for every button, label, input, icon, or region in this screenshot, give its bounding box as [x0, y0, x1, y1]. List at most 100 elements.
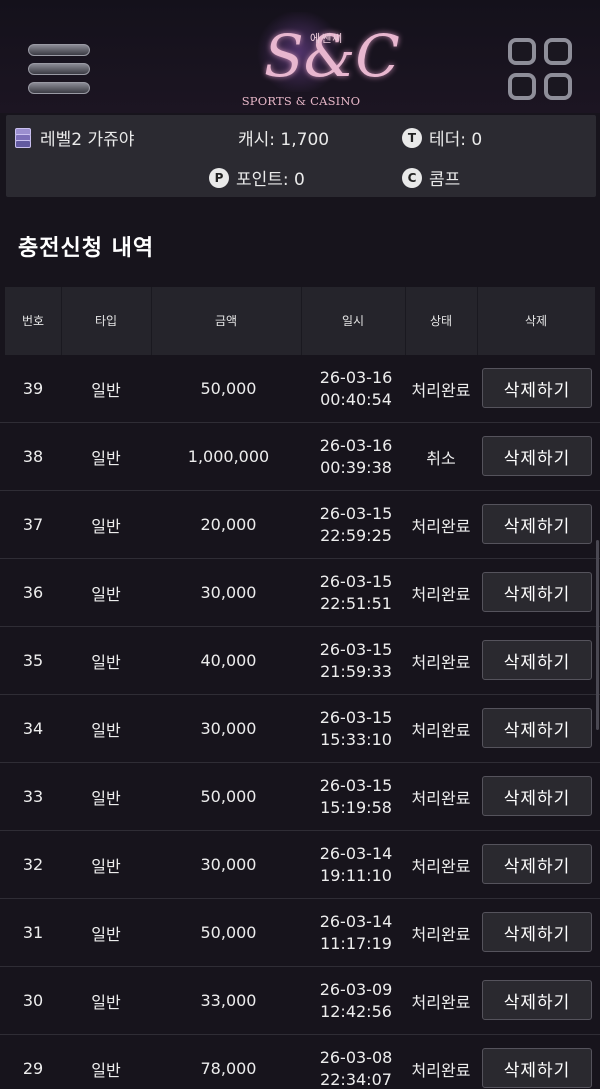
- row-datetime: 26-03-15 21:59:33: [301, 627, 411, 694]
- row-time: 22:34:07: [320, 1069, 392, 1089]
- user-status-bar: 레벨2 가쥬야 캐시: 1,700 T 테더: 0 P 포인트: 0 C 콤프: [6, 115, 596, 197]
- row-time: 11:17:19: [320, 933, 392, 953]
- hamburger-menu-icon[interactable]: [28, 42, 92, 98]
- level-stack-icon: [14, 127, 32, 148]
- table-row: 35 일반 40,000 26-03-15 21:59:33 처리완료 삭제하기: [0, 627, 600, 695]
- row-date: 26-03-09: [319, 979, 393, 999]
- row-amount: 33,000: [200, 991, 257, 1010]
- row-status: 처리완료: [411, 516, 471, 536]
- column-header-number: 번호: [21, 314, 45, 328]
- grid-menu-icon[interactable]: [508, 38, 574, 102]
- row-status: 처리완료: [411, 380, 471, 400]
- row-date: 26-03-15: [319, 639, 393, 659]
- row-status: 처리완료: [411, 924, 471, 944]
- column-header-delete: 삭제: [524, 314, 548, 328]
- row-datetime: 26-03-15 15:33:10: [301, 695, 411, 762]
- row-time: 22:51:51: [320, 593, 392, 613]
- table-row: 32 일반 30,000 26-03-14 19:11:10 처리완료 삭제하기: [0, 831, 600, 899]
- row-datetime: 26-03-14 19:11:10: [301, 831, 411, 898]
- delete-button[interactable]: 삭제하기: [482, 368, 592, 408]
- points-balance: P 포인트: 0: [209, 165, 305, 190]
- top-header: S&C 에쎈씨 SPORTS & CASINO: [0, 0, 600, 113]
- row-date: 26-03-15: [319, 503, 393, 523]
- row-amount: 50,000: [200, 787, 257, 806]
- row-date: 26-03-15: [319, 707, 393, 727]
- row-datetime: 26-03-15 22:51:51: [301, 559, 411, 626]
- row-amount: 30,000: [200, 719, 257, 738]
- delete-button[interactable]: 삭제하기: [482, 708, 592, 748]
- row-amount: 78,000: [200, 1059, 257, 1078]
- row-type: 일반: [91, 856, 121, 876]
- row-date: 26-03-16: [319, 367, 393, 387]
- row-amount: 50,000: [200, 923, 257, 942]
- row-time: 00:40:54: [320, 389, 392, 409]
- row-status: 처리완료: [411, 856, 471, 876]
- row-date: 26-03-14: [319, 843, 393, 863]
- row-number: 37: [22, 515, 44, 534]
- row-type: 일반: [91, 584, 121, 604]
- tether-balance-text: 테더: 0: [429, 130, 483, 150]
- grid-cell: [544, 38, 572, 65]
- row-date: 26-03-15: [319, 775, 393, 795]
- column-header-status: 상태: [429, 314, 453, 328]
- table-row: 31 일반 50,000 26-03-14 11:17:19 처리완료 삭제하기: [0, 899, 600, 967]
- row-datetime: 26-03-15 15:19:58: [301, 763, 411, 830]
- delete-button[interactable]: 삭제하기: [482, 572, 592, 612]
- comp-link[interactable]: C 콤프: [402, 165, 460, 190]
- logo-subtitle: SPORTS & CASINO: [241, 94, 361, 108]
- delete-button[interactable]: 삭제하기: [482, 1048, 592, 1088]
- row-number: 29: [22, 1059, 44, 1078]
- row-time: 21:59:33: [320, 661, 392, 681]
- row-datetime: 26-03-15 22:59:25: [301, 491, 411, 558]
- row-time: 00:39:38: [320, 457, 392, 477]
- grid-cell: [544, 73, 572, 100]
- column-header-datetime: 일시: [341, 314, 365, 328]
- column-header-amount: 금액: [214, 314, 238, 328]
- menu-bar: [28, 44, 90, 56]
- row-number: 33: [22, 787, 44, 806]
- row-time: 15:33:10: [320, 729, 392, 749]
- row-type: 일반: [91, 516, 121, 536]
- row-time: 22:59:25: [320, 525, 392, 545]
- grid-cell: [508, 38, 536, 65]
- row-number: 38: [22, 447, 44, 466]
- row-status: 취소: [426, 448, 456, 468]
- page-title: 충전신청 내역: [18, 236, 155, 261]
- delete-button[interactable]: 삭제하기: [482, 776, 592, 816]
- menu-bar: [28, 82, 90, 94]
- row-date: 26-03-14: [319, 911, 393, 931]
- menu-bar: [28, 63, 90, 75]
- row-amount: 30,000: [200, 855, 257, 874]
- cash-balance: 캐시: 1,700: [238, 125, 329, 150]
- delete-button[interactable]: 삭제하기: [482, 980, 592, 1020]
- table-header: 번호 타입 금액 일시 상태 삭제: [5, 287, 595, 355]
- delete-button[interactable]: 삭제하기: [482, 436, 592, 476]
- delete-button[interactable]: 삭제하기: [482, 912, 592, 952]
- row-type: 일반: [91, 992, 121, 1012]
- user-level[interactable]: 레벨2 가쥬야: [14, 125, 134, 150]
- row-number: 35: [22, 651, 44, 670]
- scrollbar[interactable]: [596, 540, 599, 730]
- table-row: 29 일반 78,000 26-03-08 22:34:07 처리완료 삭제하기: [0, 1035, 600, 1089]
- row-type: 일반: [91, 652, 121, 672]
- row-number: 34: [22, 719, 44, 738]
- row-status: 처리완료: [411, 652, 471, 672]
- cash-balance-text: 캐시: 1,700: [238, 130, 330, 150]
- row-number: 31: [22, 923, 44, 942]
- row-status: 처리완료: [411, 1060, 471, 1080]
- table-row: 30 일반 33,000 26-03-09 12:42:56 처리완료 삭제하기: [0, 967, 600, 1035]
- table-row: 38 일반 1,000,000 26-03-16 00:39:38 취소 삭제하기: [0, 423, 600, 491]
- row-amount: 50,000: [200, 379, 257, 398]
- row-type: 일반: [91, 788, 121, 808]
- table-row: 37 일반 20,000 26-03-15 22:59:25 처리완료 삭제하기: [0, 491, 600, 559]
- row-amount: 1,000,000: [187, 447, 270, 466]
- delete-button[interactable]: 삭제하기: [482, 844, 592, 884]
- delete-button[interactable]: 삭제하기: [482, 504, 592, 544]
- comp-text: 콤프: [429, 170, 461, 190]
- row-number: 36: [22, 583, 44, 602]
- site-logo[interactable]: S&C 에쎈씨 SPORTS & CASINO: [236, 6, 400, 112]
- delete-button[interactable]: 삭제하기: [482, 640, 592, 680]
- row-status: 처리완료: [411, 720, 471, 740]
- row-datetime: 26-03-09 12:42:56: [301, 967, 411, 1034]
- row-status: 처리완료: [411, 992, 471, 1012]
